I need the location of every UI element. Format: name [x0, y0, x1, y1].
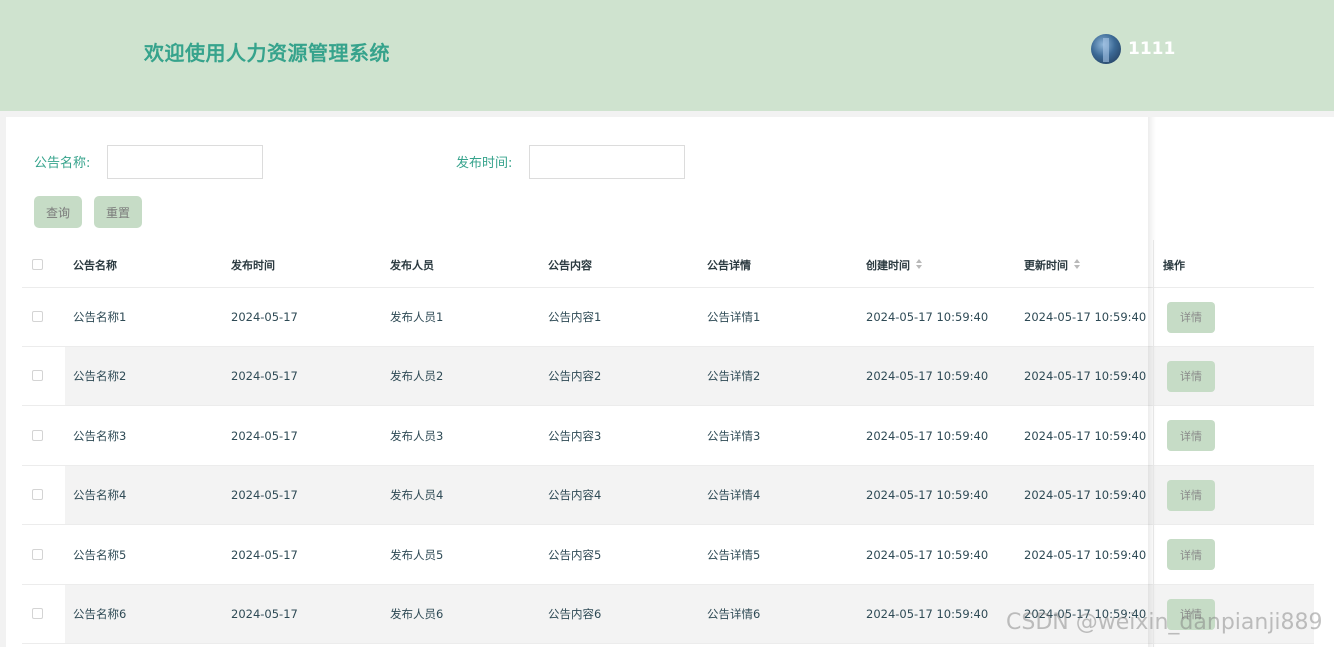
publish-time-label: 发布时间:	[456, 156, 513, 171]
cell-updated-time: 2024-05-17 10:59:40	[1024, 547, 1147, 562]
cell-created-time: 2024-05-17 10:59:40	[866, 428, 989, 443]
cell-detail: 公告详情6	[707, 607, 761, 621]
publish-time-input[interactable]	[529, 145, 685, 179]
cell-publisher: 发布人员2	[390, 369, 444, 384]
cell-detail: 公告详情2	[707, 369, 761, 384]
cell-publish-date: 2024-05-17	[231, 607, 298, 621]
column-header-content: 公告内容	[548, 258, 592, 272]
column-header-name: 公告名称	[73, 258, 117, 272]
table-row[interactable]: 公告名称2 2024-05-17 发布人员2 公告内容2 公告详情2 2024-05-17…	[22, 347, 1314, 407]
cell-action: 详情	[1167, 407, 1215, 465]
row-checkbox[interactable]	[32, 548, 43, 560]
cell-publish-date: 2024-05-17	[231, 488, 298, 503]
query-button[interactable]: 查询	[34, 196, 82, 228]
cell-updated-time: 2024-05-17 10:59:40	[1024, 428, 1147, 443]
cell-notice-name: 公告名称2	[73, 369, 127, 384]
column-header-date: 发布时间	[231, 258, 275, 272]
detail-button[interactable]: 详情	[1167, 420, 1215, 452]
row-checkbox[interactable]	[32, 608, 43, 619]
cell-publisher: 发布人员1	[390, 310, 444, 324]
detail-button[interactable]: 详情	[1167, 479, 1215, 511]
cell-publisher: 发布人员4	[390, 488, 444, 503]
cell-action: 详情	[1167, 526, 1215, 584]
cell-publish-date: 2024-05-17	[231, 310, 298, 324]
username-label[interactable]: 1111	[1128, 39, 1175, 59]
cell-created-time: 2024-05-17 10:59:40	[866, 369, 989, 384]
table-row[interactable]: 公告名称4 2024-05-17 发布人员4 公告内容4 公告详情4 2024-05-17…	[22, 466, 1314, 526]
detail-button[interactable]: 详情	[1167, 301, 1215, 333]
sort-caret-icon[interactable]	[1074, 258, 1081, 271]
cell-detail: 公告详情4	[707, 488, 761, 503]
table-row[interactable]: 公告名称5 2024-05-17 发布人员5 公告内容5 公告详情5 2024-05-17…	[22, 526, 1314, 585]
top-header: 欢迎使用人力资源管理系统 1111	[0, 0, 1334, 111]
cell-action: 详情	[1167, 288, 1215, 346]
column-header-created[interactable]: 创建时间	[866, 242, 923, 287]
table-header-row: 公告名称 发布时间 发布人员 公告内容 公告详情 创建时间 更新时间 操作	[22, 242, 1314, 288]
column-header-publisher: 发布人员	[390, 258, 434, 272]
cell-notice-name: 公告名称5	[73, 547, 127, 562]
cell-notice-name: 公告名称6	[73, 607, 127, 621]
watermark-text: CSDN @weixin_danpianji889	[1006, 610, 1323, 635]
cell-publish-date: 2024-05-17	[231, 547, 298, 562]
cell-notice-name: 公告名称4	[73, 488, 127, 503]
cell-content: 公告内容2	[548, 369, 602, 384]
cell-detail: 公告详情1	[707, 310, 761, 324]
cell-created-time: 2024-05-17 10:59:40	[866, 607, 989, 621]
row-checkbox[interactable]	[32, 370, 43, 382]
detail-button[interactable]: 详情	[1167, 360, 1215, 392]
notice-name-input[interactable]	[107, 145, 263, 179]
row-checkbox[interactable]	[32, 489, 43, 501]
fixed-column-divider	[1153, 240, 1154, 647]
cell-publish-date: 2024-05-17	[231, 428, 298, 443]
cell-created-time: 2024-05-17 10:59:40	[866, 310, 989, 324]
cell-notice-name: 公告名称3	[73, 428, 127, 443]
cell-publisher: 发布人员3	[390, 428, 444, 443]
notice-name-label: 公告名称:	[34, 156, 91, 171]
row-checkbox[interactable]	[32, 311, 43, 322]
user-avatar[interactable]	[1091, 34, 1121, 64]
column-header-updated[interactable]: 更新时间	[1024, 242, 1081, 287]
cell-notice-name: 公告名称1	[73, 310, 127, 324]
cell-action: 详情	[1167, 347, 1215, 405]
row-checkbox[interactable]	[32, 429, 43, 441]
cell-content: 公告内容1	[548, 310, 602, 324]
cell-content: 公告内容5	[548, 547, 602, 562]
cell-content: 公告内容6	[548, 607, 602, 621]
content-panel: 公告名称: 发布时间: 查询 重置 公告名称 发布时间 发布人员 公告内容 公告…	[6, 117, 1334, 647]
cell-content: 公告内容3	[548, 428, 602, 443]
cell-created-time: 2024-05-17 10:59:40	[866, 488, 989, 503]
cell-updated-time: 2024-05-17 10:59:40	[1024, 310, 1147, 324]
column-header-detail: 公告详情	[707, 258, 751, 272]
table-row[interactable]: 公告名称3 2024-05-17 发布人员3 公告内容3 公告详情3 2024-05-17…	[22, 407, 1314, 466]
cell-action: 详情	[1167, 466, 1215, 524]
cell-publish-date: 2024-05-17	[231, 369, 298, 384]
system-title: 欢迎使用人力资源管理系统	[144, 41, 390, 65]
reset-button[interactable]: 重置	[94, 196, 142, 228]
fixed-column-shadow	[1148, 117, 1156, 647]
cell-detail: 公告详情5	[707, 547, 761, 562]
table-row[interactable]: 公告名称1 2024-05-17 发布人员1 公告内容1 公告详情1 2024-05-17…	[22, 288, 1314, 347]
cell-updated-time: 2024-05-17 10:59:40	[1024, 369, 1147, 384]
cell-detail: 公告详情3	[707, 428, 761, 443]
cell-content: 公告内容4	[548, 488, 602, 503]
cell-publisher: 发布人员6	[390, 607, 444, 621]
cell-created-time: 2024-05-17 10:59:40	[866, 547, 989, 562]
cell-publisher: 发布人员5	[390, 547, 444, 562]
sort-caret-icon[interactable]	[916, 258, 923, 271]
column-header-action: 操作	[1163, 258, 1185, 272]
cell-updated-time: 2024-05-17 10:59:40	[1024, 488, 1147, 503]
detail-button[interactable]: 详情	[1167, 539, 1215, 571]
select-all-checkbox[interactable]	[32, 258, 43, 270]
